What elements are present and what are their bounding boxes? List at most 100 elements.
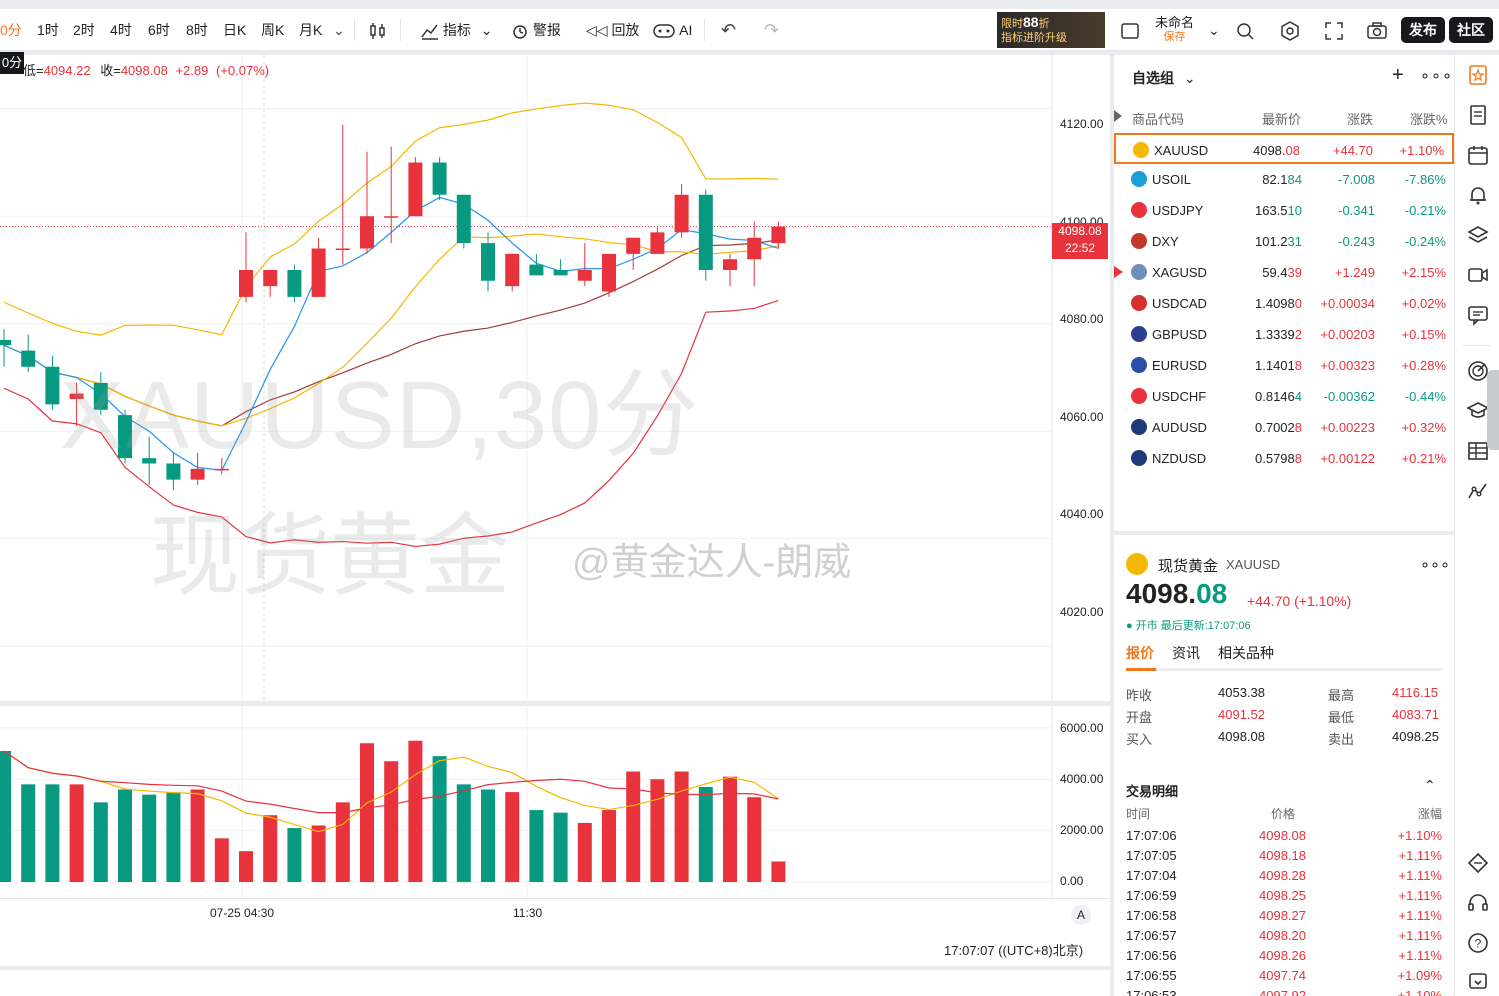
candle-body	[384, 216, 399, 218]
bell-icon[interactable]	[1466, 183, 1490, 207]
settings-icon[interactable]	[1280, 9, 1300, 51]
col-change[interactable]: 涨跌	[1347, 109, 1373, 128]
detail-price-tail: 08	[1196, 578, 1228, 609]
interval-6h[interactable]: 6时	[148, 9, 170, 51]
watchlist-row[interactable]: XAGUSD 59.439 +1.249 +2.15%	[1114, 257, 1454, 288]
panel-collapse-handle[interactable]	[1487, 370, 1499, 450]
col-last[interactable]: 最新价	[1262, 109, 1301, 128]
more-icon[interactable]: ∘∘∘	[1420, 66, 1453, 86]
video-icon[interactable]	[1466, 263, 1490, 287]
trade-row: 17:06:55 4097.74 +1.09%	[1126, 966, 1442, 986]
volume-bar	[408, 740, 423, 882]
candle-type-icon[interactable]	[368, 9, 388, 51]
layout-name-label: 未命名	[1155, 15, 1195, 30]
interval-30m[interactable]: 0分	[0, 9, 22, 51]
trade-row: 17:06:58 4098.27 +1.11%	[1126, 906, 1442, 926]
interval-2h[interactable]: 2时	[73, 9, 95, 51]
trades-title: 交易明细	[1126, 784, 1179, 799]
col-symbol[interactable]: 商品代码	[1132, 109, 1184, 128]
col-change-pct[interactable]: 涨跌%	[1410, 109, 1448, 128]
watchlist-group-selector[interactable]: 自选组 ⌄	[1132, 68, 1196, 88]
row-change: +0.00223	[1320, 420, 1375, 435]
candle-body	[239, 270, 253, 297]
community-button[interactable]: 社区	[1449, 17, 1493, 43]
tab-related[interactable]: 相关品种	[1218, 643, 1274, 663]
layout-name[interactable]: 未命名 保存	[1155, 15, 1194, 45]
symbol-icon	[1131, 419, 1147, 435]
volume-tick: 6000.00	[1060, 721, 1104, 735]
row-symbol: GBPUSD	[1152, 327, 1207, 342]
alerts-button[interactable]: 警报	[511, 9, 561, 51]
checkbox-icon[interactable]	[1120, 9, 1140, 51]
ai-button[interactable]: AI	[652, 9, 692, 51]
watchlist-icon[interactable]	[1466, 63, 1490, 87]
clock-display[interactable]: 17:07:07 ((UTC+8)北京)	[944, 940, 1083, 959]
watchlist-row[interactable]: USDCHF 0.81464 -0.00362 -0.44%	[1114, 381, 1454, 412]
chevron-up-icon[interactable]: ⌃	[1424, 777, 1436, 794]
undo-icon[interactable]: ↶	[721, 9, 736, 51]
camera-icon[interactable]	[1366, 9, 1388, 51]
calendar-icon[interactable]	[1466, 143, 1490, 167]
candle-body	[650, 232, 665, 254]
row-price: 0.57988	[1255, 451, 1302, 466]
symbol-icon	[1131, 450, 1147, 466]
watchlist-row[interactable]: AUDUSD 0.70028 +0.00223 +0.32%	[1114, 412, 1454, 443]
publish-button[interactable]: 发布	[1401, 17, 1445, 43]
top-strip	[0, 0, 1499, 9]
chevron-down-icon[interactable]: ⌄	[1208, 9, 1220, 51]
watchlist-row[interactable]: USOIL 82.184 -7.008 -7.86%	[1114, 164, 1454, 195]
more-icon[interactable]: ∘∘∘	[1420, 555, 1450, 575]
headset-icon[interactable]	[1466, 891, 1490, 915]
help-icon[interactable]: ?	[1466, 931, 1490, 955]
tab-news[interactable]: 资讯	[1172, 643, 1200, 663]
interval-week[interactable]: 周K	[261, 9, 284, 51]
trade-change: +1.10%	[1397, 988, 1442, 996]
indicators-button[interactable]: 指标 ⌄	[421, 9, 493, 51]
interval-1h[interactable]: 1时	[37, 9, 59, 51]
divider	[400, 19, 401, 41]
chart-area[interactable]: XAUUSD,30分 现货黄金 @黄金达人-朗威 0分 低=4094.22 收=…	[0, 52, 1110, 966]
watchlist-row[interactable]: NZDUSD 0.57988 +0.00122 +0.21%	[1114, 443, 1454, 474]
handshake-icon[interactable]	[1466, 851, 1490, 875]
indicators-label: 指标	[442, 22, 471, 38]
watchlist-row[interactable]: USDJPY 163.510 -0.341 -0.21%	[1114, 195, 1454, 226]
watchlist-header: 商品代码 最新价 涨跌 涨跌%	[1114, 106, 1454, 128]
quick-search-icon[interactable]	[1235, 9, 1255, 51]
trade-price: 4098.25	[1259, 888, 1306, 903]
auto-scale-button[interactable]: A	[1071, 905, 1091, 925]
watchlist-row[interactable]: USDCAD 1.40980 +0.00034 +0.02%	[1114, 288, 1454, 319]
watchlist-row[interactable]: DXY 101.231 -0.243 -0.24%	[1114, 226, 1454, 257]
symbol-icon	[1131, 326, 1147, 342]
watchlist-row[interactable]: EURUSD 1.14018 +0.00323 +0.28%	[1114, 350, 1454, 381]
watchlist-row[interactable]: GBPUSD 1.33392 +0.00203 +0.15%	[1114, 319, 1454, 350]
tab-quote[interactable]: 报价	[1126, 643, 1154, 663]
divider	[704, 19, 705, 41]
candle-body	[602, 253, 616, 292]
export-icon[interactable]	[1466, 969, 1490, 993]
promo-banner[interactable]: 限时88折 指标进阶升级	[997, 12, 1105, 48]
symbol-icon	[1131, 202, 1147, 218]
trend-icon[interactable]	[1466, 479, 1490, 503]
trade-time: 17:07:05	[1126, 848, 1177, 863]
interval-month[interactable]: 月K	[299, 9, 322, 51]
volume-bar	[698, 786, 713, 882]
fullscreen-icon[interactable]	[1324, 9, 1344, 51]
replay-button[interactable]: ◁◁ 回放	[586, 9, 639, 51]
watchlist-row[interactable]: XAUUSD 4098.08 +44.70 +1.10%	[1114, 133, 1454, 164]
detail-name: 现货黄金	[1158, 558, 1219, 575]
interval-day[interactable]: 日K	[223, 9, 246, 51]
add-symbol-icon[interactable]: +	[1392, 64, 1404, 87]
chat-icon[interactable]	[1466, 303, 1490, 327]
price-tick: 4080.00	[1060, 312, 1104, 326]
document-icon[interactable]	[1466, 103, 1490, 127]
flag-icon	[1114, 110, 1122, 122]
row-change: -0.243	[1338, 234, 1375, 249]
trade-change: +1.11%	[1398, 928, 1443, 943]
chevron-down-icon[interactable]: ⌄	[333, 9, 345, 51]
interval-4h[interactable]: 4时	[110, 9, 132, 51]
volume-bar	[166, 792, 181, 882]
layers-icon[interactable]	[1466, 223, 1490, 247]
redo-icon[interactable]: ↷	[764, 9, 779, 51]
interval-8h[interactable]: 8时	[186, 9, 208, 51]
alerts-label: 警报	[532, 22, 561, 38]
